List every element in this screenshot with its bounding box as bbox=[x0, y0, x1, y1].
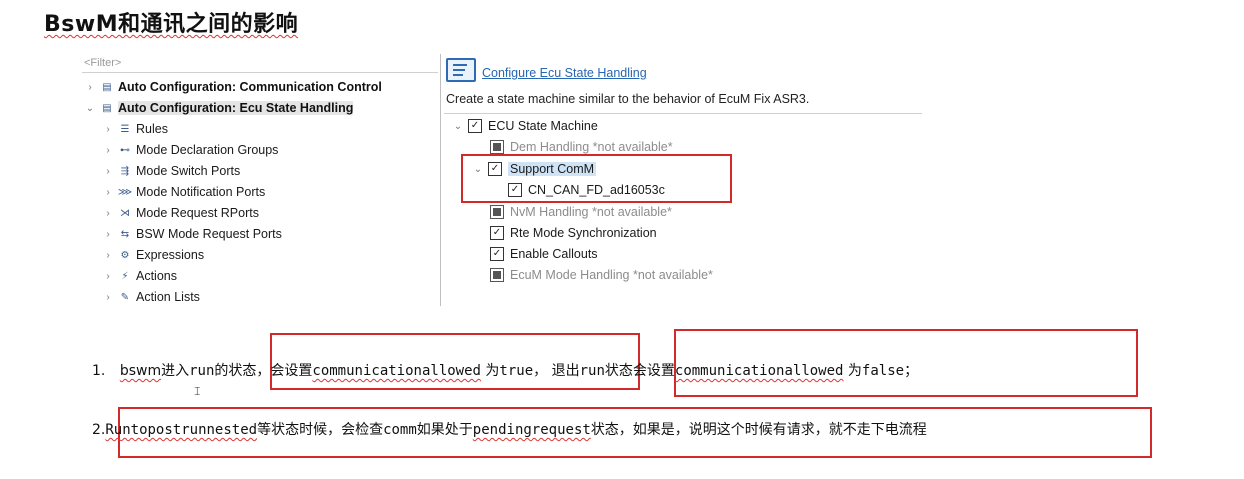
panel-description: Create a state machine similar to the be… bbox=[446, 92, 810, 106]
chevron-right-icon[interactable]: › bbox=[102, 208, 114, 219]
tree-item-label: Auto Configuration: Communication Contro… bbox=[118, 80, 382, 94]
note-1-false: false bbox=[861, 363, 905, 379]
note-1-flag: communicationallowed bbox=[312, 363, 481, 379]
option-label: Enable Callouts bbox=[510, 247, 598, 261]
tree-item-label: BSW Mode Request Ports bbox=[136, 227, 282, 241]
chevron-right-icon[interactable]: › bbox=[102, 229, 114, 240]
action-lists-icon: ✎ bbox=[120, 291, 130, 303]
note-1: 1. bswm进入run的状态，会设置communicationallowed … bbox=[92, 360, 918, 380]
note-1-text: 会设置 bbox=[270, 363, 313, 379]
note-2-pending: pendingrequest bbox=[472, 422, 591, 438]
chevron-down-icon[interactable]: ⌄ bbox=[84, 103, 96, 114]
note-2-text: 状态，如果是，说明这个时候有请求，就不走下电流程 bbox=[590, 422, 927, 438]
note-2-text: 等状态时候，会检查 bbox=[257, 422, 384, 438]
chevron-right-icon[interactable]: › bbox=[84, 82, 96, 93]
option-label: Dem Handling *not available* bbox=[510, 140, 673, 154]
configure-wizard-icon bbox=[446, 58, 476, 82]
actions-icon: ⚡ bbox=[121, 270, 129, 282]
tree-item-label: Mode Declaration Groups bbox=[136, 143, 279, 157]
switch-port-icon: ⇶ bbox=[120, 165, 130, 177]
highlight-box-support-comm bbox=[461, 154, 732, 203]
checkbox-checked-icon[interactable]: ✓ bbox=[468, 119, 482, 133]
option-ecum-mode-handling: EcuM Mode Handling *not available* bbox=[490, 265, 713, 285]
chevron-right-icon[interactable]: › bbox=[102, 124, 114, 135]
checkbox-checked-icon[interactable]: ✓ bbox=[490, 247, 504, 261]
tree-item-action-lists[interactable]: › ✎ Action Lists bbox=[102, 287, 200, 307]
note-1-flag: communicationallowed bbox=[674, 363, 844, 379]
note-1-run: run bbox=[579, 363, 605, 379]
filter-divider bbox=[82, 72, 438, 73]
note-2-state: Runtopostrunnested bbox=[105, 422, 258, 438]
tree-item-label: Rules bbox=[136, 122, 168, 136]
tree-item-mode-request-rports[interactable]: › ⋊ Mode Request RPorts bbox=[102, 203, 259, 223]
tree-item-bsw-mode-request-ports[interactable]: › ⇆ BSW Mode Request Ports bbox=[102, 224, 282, 244]
chevron-right-icon[interactable]: › bbox=[102, 292, 114, 303]
mode-declaration-icon: ⊷ bbox=[120, 144, 130, 156]
note-1-text: ， 退出 bbox=[533, 363, 580, 379]
request-port-icon: ⋊ bbox=[120, 207, 130, 219]
note-1-text: 的状态， bbox=[214, 363, 271, 379]
text-cursor-icon: 𝙸 bbox=[193, 384, 202, 398]
chevron-right-icon[interactable]: › bbox=[102, 250, 114, 261]
page-title-text: BswM和通讯之间的影响 bbox=[44, 12, 299, 37]
note-1-text: 状态会设置 bbox=[604, 363, 675, 379]
note-1-text: 为 bbox=[843, 363, 862, 379]
tree-item-actions[interactable]: › ⚡ Actions bbox=[102, 266, 177, 286]
option-label: NvM Handling *not available* bbox=[510, 205, 672, 219]
expressions-icon: ⚙ bbox=[120, 249, 130, 261]
option-label: ECU State Machine bbox=[488, 119, 598, 133]
tree-item-label: Action Lists bbox=[136, 290, 200, 304]
bsw-request-icon: ⇆ bbox=[120, 228, 130, 240]
note-1-run: run bbox=[189, 363, 215, 379]
chevron-right-icon[interactable]: › bbox=[102, 145, 114, 156]
chevron-right-icon[interactable]: › bbox=[102, 166, 114, 177]
tree-item-label: Mode Switch Ports bbox=[136, 164, 241, 178]
option-nvm-handling: NvM Handling *not available* bbox=[490, 202, 672, 222]
panel-title-link[interactable]: Configure Ecu State Handling bbox=[482, 66, 647, 80]
panel-divider bbox=[444, 113, 922, 114]
tree-item-expressions[interactable]: › ⚙ Expressions bbox=[102, 245, 204, 265]
checkbox-disabled-icon bbox=[490, 140, 504, 154]
checkbox-disabled-icon bbox=[490, 268, 504, 282]
chevron-down-icon[interactable]: ⌄ bbox=[452, 121, 464, 132]
option-label: Rte Mode Synchronization bbox=[510, 226, 657, 240]
tree-item-label: Mode Notification Ports bbox=[136, 185, 266, 199]
tree-item-label: Auto Configuration: Ecu State Handling bbox=[118, 101, 354, 115]
note-1-true: true bbox=[499, 363, 534, 379]
tree-item-mode-notification-ports[interactable]: › ⋙ Mode Notification Ports bbox=[102, 182, 265, 202]
checkbox-checked-icon[interactable]: ✓ bbox=[490, 226, 504, 240]
chevron-right-icon[interactable]: › bbox=[102, 271, 114, 282]
tree-item-auto-config-comm-control[interactable]: › ▤ Auto Configuration: Communication Co… bbox=[84, 77, 382, 97]
tree-item-label: Mode Request RPorts bbox=[136, 206, 259, 220]
note-1-text: 为 bbox=[480, 363, 500, 379]
option-ecu-state-machine[interactable]: ⌄ ✓ ECU State Machine bbox=[452, 116, 598, 136]
option-enable-callouts[interactable]: ✓ Enable Callouts bbox=[490, 244, 598, 264]
rules-icon: ☰ bbox=[120, 123, 130, 135]
tree-item-auto-config-ecu-state[interactable]: ⌄ ▤ Auto Configuration: Ecu State Handli… bbox=[84, 98, 354, 118]
page-title: BswM和通讯之间的影响 bbox=[44, 6, 298, 38]
tree-item-label: Actions bbox=[136, 269, 177, 283]
note-1-bswm: bswm bbox=[119, 363, 162, 379]
tree-item-rules[interactable]: › ☰ Rules bbox=[102, 119, 168, 139]
note-2-comm: comm bbox=[383, 422, 417, 438]
config-tree: <Filter> › ▤ Auto Configuration: Communi… bbox=[82, 54, 441, 306]
option-label: EcuM Mode Handling *not available* bbox=[510, 268, 713, 282]
note-2-text: 如果处于 bbox=[416, 422, 473, 438]
config-folder-icon: ▤ bbox=[102, 81, 112, 93]
notification-port-icon: ⋙ bbox=[117, 186, 133, 198]
note-2-number: 2. bbox=[92, 422, 106, 438]
checkbox-disabled-icon bbox=[490, 205, 504, 219]
note-1-number: 1. bbox=[92, 363, 106, 379]
config-folder-icon: ▤ bbox=[102, 102, 112, 114]
note-2: 2.Runtopostrunnested等状态时候，会检查comm如果处于pen… bbox=[92, 419, 927, 439]
tree-filter-input[interactable]: <Filter> bbox=[84, 57, 121, 69]
chevron-right-icon[interactable]: › bbox=[102, 187, 114, 198]
tree-item-mode-declaration-groups[interactable]: › ⊷ Mode Declaration Groups bbox=[102, 140, 278, 160]
note-1-text: 进入 bbox=[161, 363, 190, 379]
tree-item-mode-switch-ports[interactable]: › ⇶ Mode Switch Ports bbox=[102, 161, 240, 181]
tree-item-label: Expressions bbox=[136, 248, 205, 262]
note-1-text: ； bbox=[904, 363, 919, 379]
option-rte-mode-sync[interactable]: ✓ Rte Mode Synchronization bbox=[490, 223, 657, 243]
